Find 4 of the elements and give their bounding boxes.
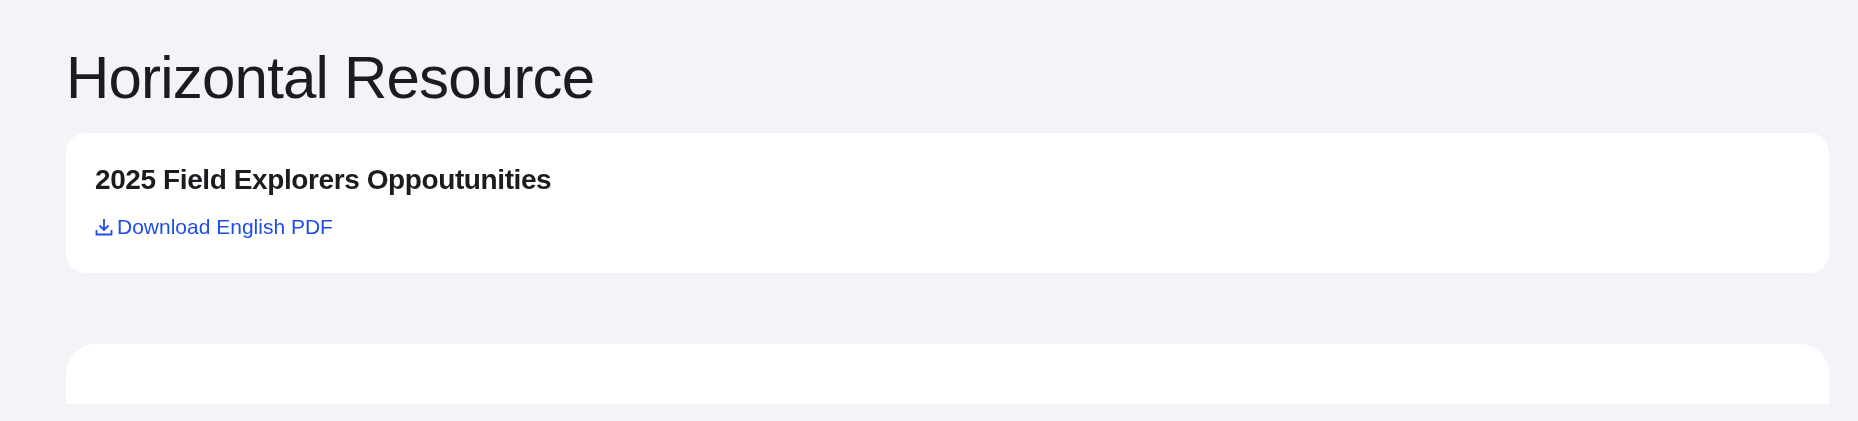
download-link[interactable]: Download English PDF: [95, 215, 333, 239]
download-icon: [95, 218, 113, 236]
resource-title: 2025 Field Explorers Oppoutunities: [95, 163, 553, 197]
page-title: Horizontal Resource: [66, 43, 596, 113]
